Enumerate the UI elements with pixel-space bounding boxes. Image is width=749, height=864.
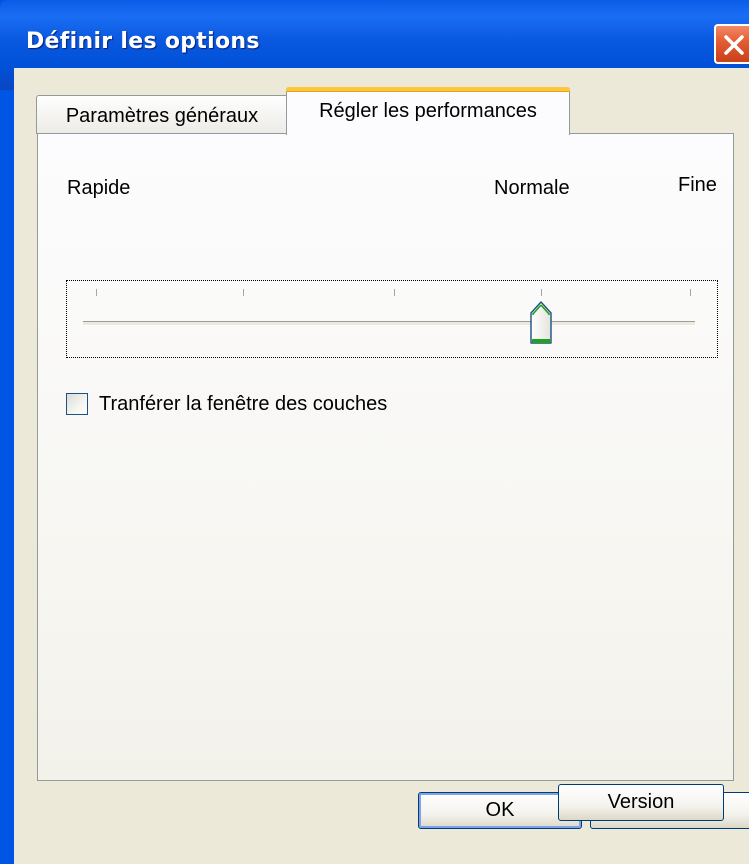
- dialog-window: Définir les options Paramètres généraux …: [0, 0, 749, 864]
- transfer-layers-window-label: Tranférer la fenêtre des couches: [99, 393, 388, 415]
- slider-label-normal: Normale: [494, 177, 570, 199]
- close-icon: [724, 35, 744, 55]
- slider-track: [83, 321, 695, 326]
- performance-slider[interactable]: [66, 280, 718, 358]
- close-button[interactable]: [714, 24, 749, 64]
- slider-thumb[interactable]: [529, 301, 553, 347]
- slider-tick: [96, 289, 97, 296]
- transfer-layers-window-checkbox[interactable]: [66, 393, 88, 415]
- selected-tab-highlight: [286, 87, 570, 91]
- window-title: Définir les options: [26, 29, 260, 54]
- tab-general-settings-label: Paramètres généraux: [65, 105, 259, 127]
- tab-performance-settings-label: Régler les performances: [319, 100, 537, 122]
- slider-tick: [690, 289, 691, 296]
- performance-tab-panel: Rapide Normale Fine Tranférer la fenêtre…: [37, 133, 734, 821]
- tab-general-settings[interactable]: Paramètres généraux: [36, 95, 288, 134]
- slider-label-fast: Rapide: [67, 177, 131, 199]
- slider-label-fine: Fine: [678, 174, 717, 196]
- slider-tick: [394, 289, 395, 296]
- slider-tick: [243, 289, 244, 296]
- slider-tick: [541, 289, 542, 296]
- dialog-client-area: Paramètres généraux Régler les performan…: [14, 68, 749, 864]
- tab-performance-settings[interactable]: Régler les performances: [286, 87, 570, 135]
- version-button[interactable]: Version: [558, 784, 724, 821]
